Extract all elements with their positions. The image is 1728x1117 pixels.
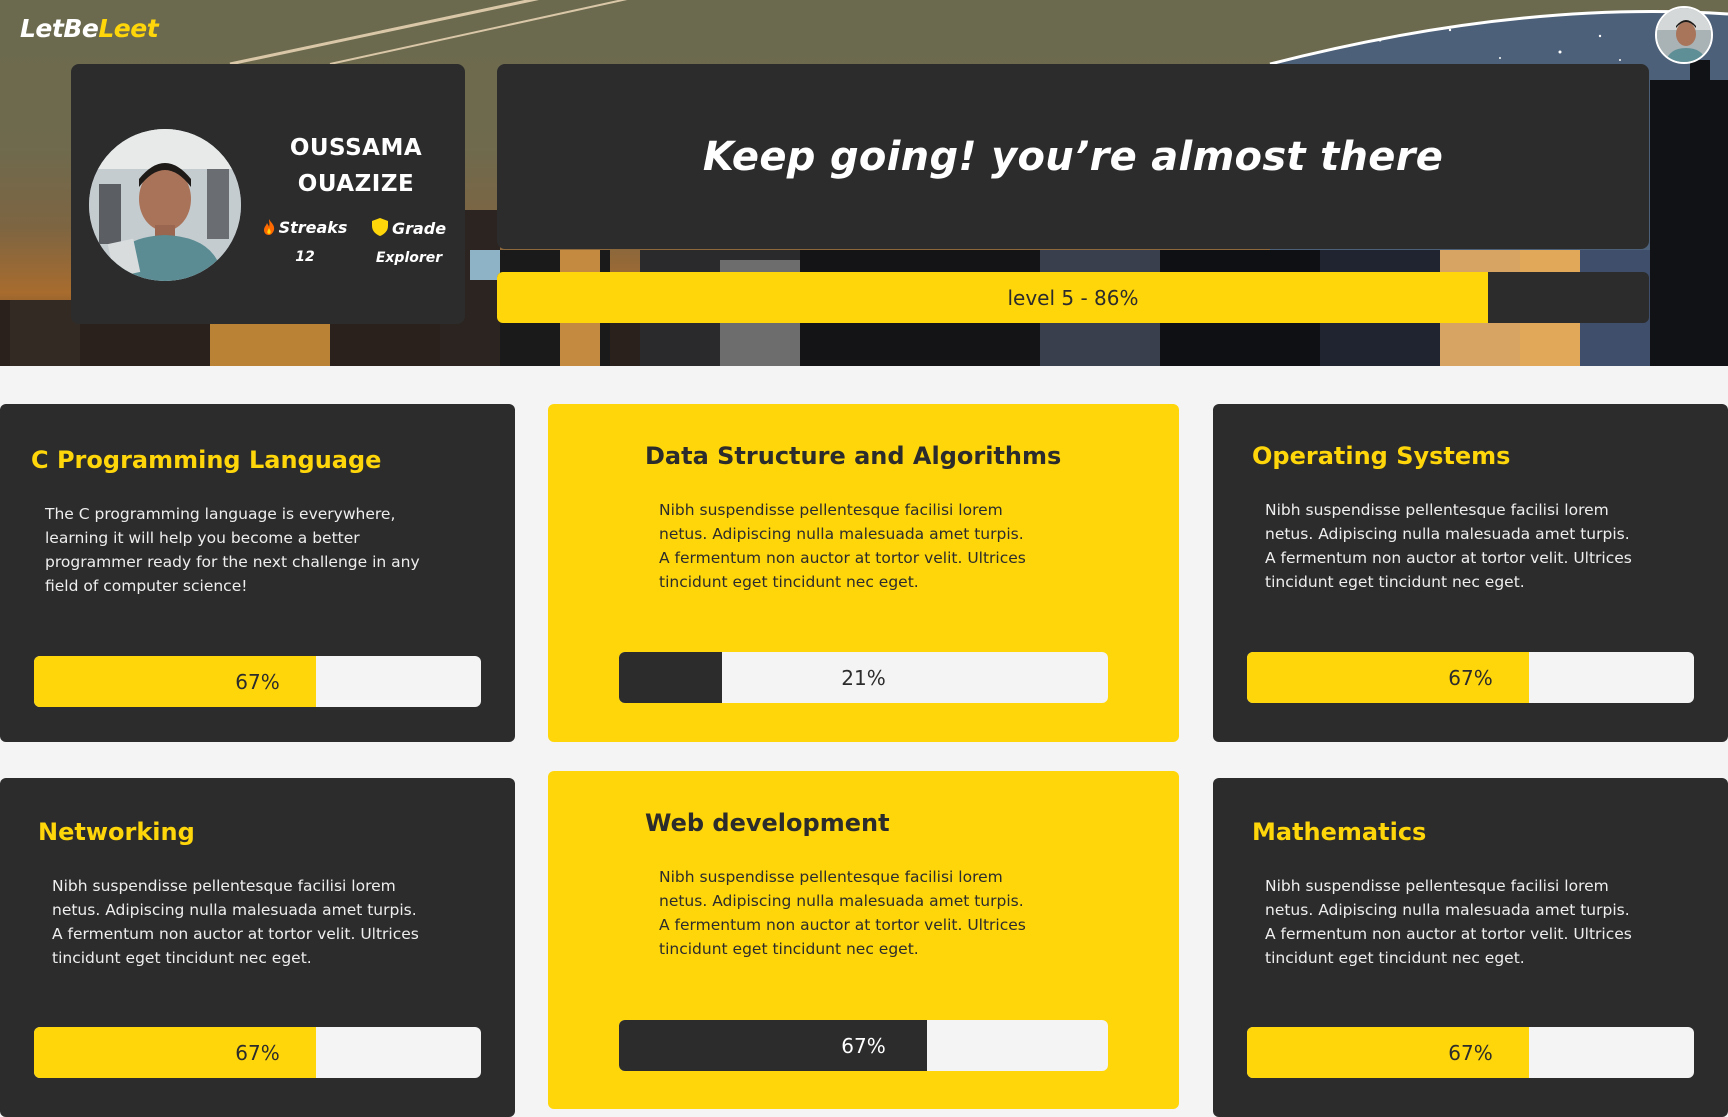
level-progress-label: level 5 - 86% <box>1007 285 1139 310</box>
profile-avatar <box>89 129 241 281</box>
brand-logo-part1: LetBe <box>20 14 99 43</box>
user-avatar-button[interactable] <box>1655 6 1713 64</box>
brand-logo-part2: Leet <box>98 14 159 43</box>
fire-icon <box>263 219 274 235</box>
course-progress-label: 67% <box>841 1033 886 1058</box>
course-progress-bar: 67% <box>34 1027 481 1078</box>
hero-banner: LetBeLeet OUSSAMA OUAZIZE Streaks 12 Gra… <box>0 0 1728 366</box>
course-description: Nibh suspendisse pellentesque facilisi l… <box>659 868 1026 958</box>
profile-last-name: OUAZIZE <box>297 171 415 197</box>
brand-logo[interactable]: LetBeLeet <box>20 14 159 43</box>
grade-label: Grade <box>391 219 447 238</box>
streaks-label: Streaks <box>278 218 348 237</box>
dashboard-page: LetBeLeet OUSSAMA OUAZIZE Streaks 12 Gra… <box>0 0 1728 1117</box>
streaks-stat: Streaks 12 <box>259 218 351 265</box>
course-description: The C programming language is everywhere… <box>45 505 420 595</box>
course-description: Nibh suspendisse pellentesque facilisi l… <box>659 501 1026 591</box>
course-card-mathematics[interactable]: Mathematics Nibh suspendisse pellentesqu… <box>1213 778 1728 1117</box>
course-title: C Programming Language <box>31 446 382 474</box>
motto-card: Keep going! you’re almost there <box>497 64 1649 249</box>
course-card-web-development[interactable]: Web development Nibh suspendisse pellent… <box>548 771 1179 1109</box>
course-title: Data Structure and Algorithms <box>645 442 1062 470</box>
course-card-operating-systems[interactable]: Operating Systems Nibh suspendisse pelle… <box>1213 404 1728 742</box>
course-card-c-programming[interactable]: C Programming Language The C programming… <box>0 404 515 742</box>
course-card-data-structures[interactable]: Data Structure and Algorithms Nibh suspe… <box>548 404 1179 742</box>
course-card-networking[interactable]: Networking Nibh suspendisse pellentesque… <box>0 778 515 1117</box>
course-progress-label: 21% <box>841 665 886 690</box>
course-progress-bar: 67% <box>34 656 481 707</box>
course-description: Nibh suspendisse pellentesque facilisi l… <box>1265 877 1632 967</box>
course-title: Web development <box>645 809 890 837</box>
course-title: Networking <box>38 818 195 846</box>
course-progress-label: 67% <box>1448 1040 1493 1065</box>
course-progress-label: 67% <box>235 669 280 694</box>
profile-photo <box>89 129 241 281</box>
course-progress-bar: 67% <box>1247 1027 1694 1078</box>
course-title: Operating Systems <box>1252 442 1511 470</box>
course-progress-bar: 67% <box>619 1020 1108 1071</box>
course-progress-label: 67% <box>235 1040 280 1065</box>
motto-text: Keep going! you’re almost there <box>702 133 1444 180</box>
course-progress-label: 67% <box>1448 665 1493 690</box>
profile-name: OUSSAMA OUAZIZE <box>251 130 461 202</box>
course-progress-bar: 67% <box>1247 652 1694 703</box>
grade-stat: Grade Explorer <box>357 218 461 266</box>
course-description: Nibh suspendisse pellentesque facilisi l… <box>52 877 419 967</box>
course-description: Nibh suspendisse pellentesque facilisi l… <box>1265 501 1632 591</box>
streaks-value: 12 <box>295 249 315 265</box>
profile-first-name: OUSSAMA <box>289 135 423 161</box>
course-progress-bar: 21% <box>619 652 1108 703</box>
grade-value: Explorer <box>375 250 443 266</box>
shield-icon <box>371 218 388 236</box>
level-progress-bar: level 5 - 86% <box>497 272 1649 323</box>
profile-card: OUSSAMA OUAZIZE Streaks 12 Grade Explore… <box>71 64 465 324</box>
course-title: Mathematics <box>1252 818 1427 846</box>
